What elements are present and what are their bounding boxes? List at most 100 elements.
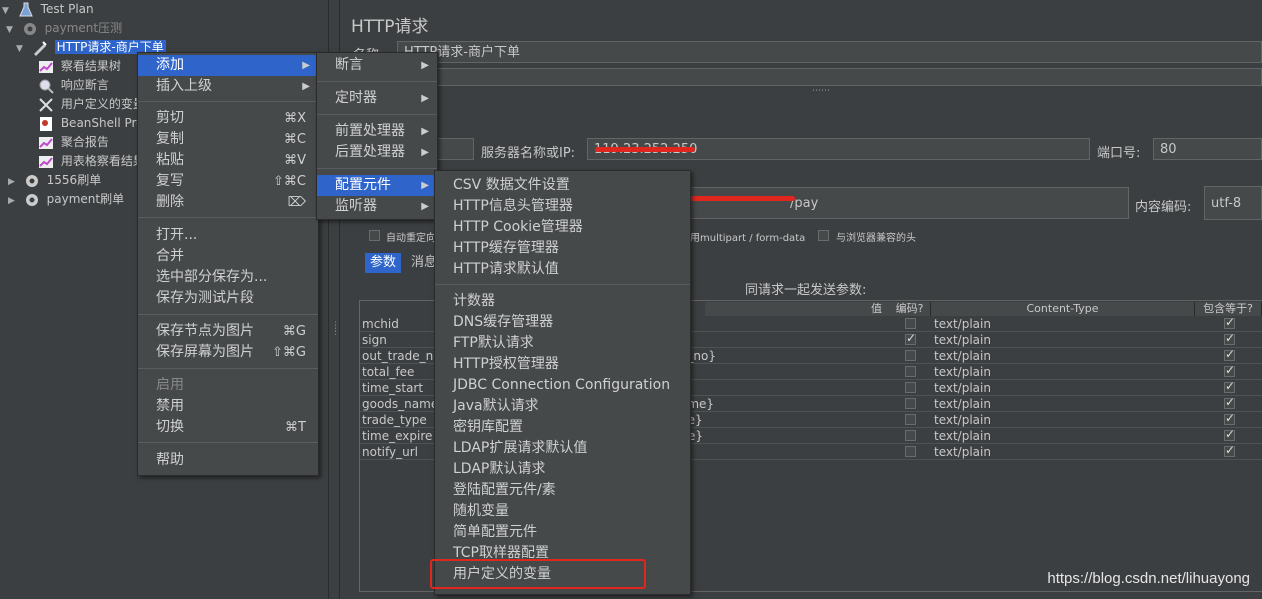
param-name-cell[interactable]: total_fee — [362, 364, 442, 380]
auto-redirect-checkbox[interactable] — [369, 230, 380, 241]
tree-node-test-plan[interactable]: ▼ Test Plan — [2, 0, 94, 19]
menu-item-duplicate[interactable]: 复写 ⇧⌘C — [138, 171, 318, 192]
column-header-content-type[interactable]: Content-Type — [931, 302, 1195, 316]
menu-item-config-b-10[interactable]: 随机变量 — [435, 501, 690, 522]
encode-checkbox[interactable] — [905, 414, 916, 425]
menu-item-post-processors[interactable]: 后置处理器 ▶ — [317, 142, 437, 163]
name-field[interactable]: HTTP请求-商户下单 — [397, 41, 1262, 63]
menu-item-config-b-0[interactable]: 计数器 — [435, 291, 690, 312]
include-equals-checkbox[interactable] — [1224, 363, 1235, 377]
tree-node-beanshell-pre[interactable]: BeanShell Pre — [38, 114, 144, 133]
param-content-type-cell[interactable]: text/plain — [934, 348, 1054, 364]
param-content-type-cell[interactable]: text/plain — [934, 364, 1054, 380]
param-name-cell[interactable]: out_trade_no — [362, 348, 442, 364]
param-name-cell[interactable]: trade_type — [362, 412, 442, 428]
param-content-type-cell[interactable]: text/plain — [934, 380, 1054, 396]
include-equals-checkbox[interactable] — [1224, 331, 1235, 345]
param-content-type-cell[interactable]: text/plain — [934, 428, 1054, 444]
tree-node-response-assertion[interactable]: 响应断言 — [38, 76, 109, 95]
param-value-cell[interactable]: t} — [680, 380, 880, 396]
menu-item-config-b-9[interactable]: 登陆配置元件/素 — [435, 480, 690, 501]
param-name-cell[interactable]: time_start — [362, 380, 442, 396]
column-header-encode[interactable]: 编码? — [889, 302, 931, 316]
tree-node-1556[interactable]: ▶ 1556刷单 — [8, 171, 101, 190]
menu-item-timers[interactable]: 定时器 ▶ — [317, 88, 437, 109]
param-content-type-cell[interactable]: text/plain — [934, 412, 1054, 428]
encode-checkbox[interactable] — [905, 446, 916, 457]
param-content-type-cell[interactable]: text/plain — [934, 316, 1054, 332]
encode-checkbox[interactable] — [905, 350, 916, 361]
tree-node-table-results[interactable]: 用表格察看结果 — [38, 152, 145, 171]
menu-item-toggle[interactable]: 切换 ⌘T — [138, 417, 318, 438]
path-field[interactable]: /pay — [685, 187, 1129, 219]
menu-item-config-b-3[interactable]: HTTP授权管理器 — [435, 354, 690, 375]
encode-checkbox[interactable] — [905, 398, 916, 409]
param-name-cell[interactable]: goods_name — [362, 396, 442, 412]
menu-item-merge[interactable]: 合并 — [138, 246, 318, 267]
menu-item-save-node-image[interactable]: 保存节点为图片 ⌘G — [138, 321, 318, 342]
param-content-type-cell[interactable]: text/plain — [934, 444, 1054, 460]
resize-grip-icon[interactable]: ⋯⋯ — [812, 86, 830, 96]
include-equals-checkbox[interactable] — [1224, 443, 1235, 457]
param-name-cell[interactable]: sign — [362, 332, 442, 348]
param-value-cell[interactable] — [680, 332, 880, 348]
menu-item-config-4[interactable]: HTTP请求默认值 — [435, 259, 690, 280]
menu-item-save-screen-image[interactable]: 保存屏幕为图片 ⇧⌘G — [138, 342, 318, 363]
menu-item-config-b-11[interactable]: 简单配置元件 — [435, 522, 690, 543]
menu-item-config-1[interactable]: HTTP信息头管理器 — [435, 196, 690, 217]
menu-item-cut[interactable]: 剪切 ⌘X — [138, 108, 318, 129]
encode-checkbox[interactable] — [905, 366, 916, 377]
include-equals-checkbox[interactable] — [1224, 411, 1235, 425]
collapse-arrow-icon[interactable]: ▶ — [8, 192, 20, 211]
encode-checkbox[interactable] — [905, 382, 916, 393]
menu-item-config-b-8[interactable]: LDAP默认请求 — [435, 459, 690, 480]
menu-item-disable[interactable]: 禁用 — [138, 396, 318, 417]
menu-item-pre-processors[interactable]: 前置处理器 ▶ — [317, 121, 437, 142]
menu-item-open[interactable]: 打开... — [138, 225, 318, 246]
expand-arrow-icon[interactable]: ▼ — [16, 40, 28, 59]
include-equals-checkbox[interactable] — [1224, 347, 1235, 361]
port-field[interactable]: 80 — [1153, 138, 1262, 160]
menu-item-save-fragment[interactable]: 保存为测试片段 — [138, 288, 318, 309]
encode-checkbox[interactable] — [905, 331, 916, 345]
menu-item-config-b-5[interactable]: Java默认请求 — [435, 396, 690, 417]
column-header-include-equals[interactable]: 包含等于? — [1195, 302, 1262, 316]
encode-checkbox[interactable] — [905, 318, 916, 329]
param-content-type-cell[interactable]: text/plain — [934, 332, 1054, 348]
param-value-cell[interactable]: ire} — [680, 428, 880, 444]
browser-headers-checkbox[interactable] — [818, 230, 829, 241]
menu-item-config-b-4[interactable]: JDBC Connection Configuration — [435, 375, 690, 396]
menu-item-delete[interactable]: 删除 ⌦ — [138, 192, 318, 213]
include-equals-checkbox[interactable] — [1224, 315, 1235, 329]
menu-item-config-0[interactable]: CSV 数据文件设置 — [435, 175, 690, 196]
menu-item-config-2[interactable]: HTTP Cookie管理器 — [435, 217, 690, 238]
menu-item-config-b-2[interactable]: FTP默认请求 — [435, 333, 690, 354]
menu-item-copy[interactable]: 复制 ⌘C — [138, 129, 318, 150]
menu-item-config-elements[interactable]: 配置元件 ▶ — [317, 175, 437, 196]
tree-node-aggregate-report[interactable]: 聚合报告 — [38, 133, 109, 152]
tree-node-payment-load[interactable]: ▼ payment压测 — [6, 19, 122, 38]
menu-item-config-b-6[interactable]: 密钥库配置 — [435, 417, 690, 438]
param-value-cell[interactable]: } — [680, 444, 880, 460]
param-name-cell[interactable]: notify_url — [362, 444, 442, 460]
tab-params[interactable]: 参数 — [365, 253, 402, 273]
tree-node-view-results-tree[interactable]: 察看结果树 — [38, 57, 121, 76]
include-equals-checkbox[interactable] — [1224, 379, 1235, 393]
param-value-cell[interactable] — [680, 364, 880, 380]
menu-item-assertions[interactable]: 断言 ▶ — [317, 55, 437, 76]
comments-field[interactable] — [353, 68, 1262, 86]
encode-checkbox[interactable] — [905, 430, 916, 441]
param-value-cell[interactable]: e_no} — [680, 348, 880, 364]
param-content-type-cell[interactable]: text/plain — [934, 396, 1054, 412]
param-value-cell[interactable]: ame} — [680, 396, 880, 412]
encoding-field[interactable]: utf-8 — [1204, 186, 1262, 220]
menu-item-config-b-7[interactable]: LDAP扩展请求默认值 — [435, 438, 690, 459]
tree-node-user-variables[interactable]: 用户定义的变量 — [38, 95, 145, 114]
include-equals-checkbox[interactable] — [1224, 395, 1235, 409]
param-name-cell[interactable]: time_expire — [362, 428, 442, 444]
menu-item-paste[interactable]: 粘贴 ⌘V — [138, 150, 318, 171]
param-value-cell[interactable] — [680, 316, 880, 332]
menu-item-save-selection[interactable]: 选中部分保存为... — [138, 267, 318, 288]
param-value-cell[interactable]: pe} — [680, 412, 880, 428]
menu-item-insert-parent[interactable]: 插入上级 ▶ — [138, 76, 318, 97]
